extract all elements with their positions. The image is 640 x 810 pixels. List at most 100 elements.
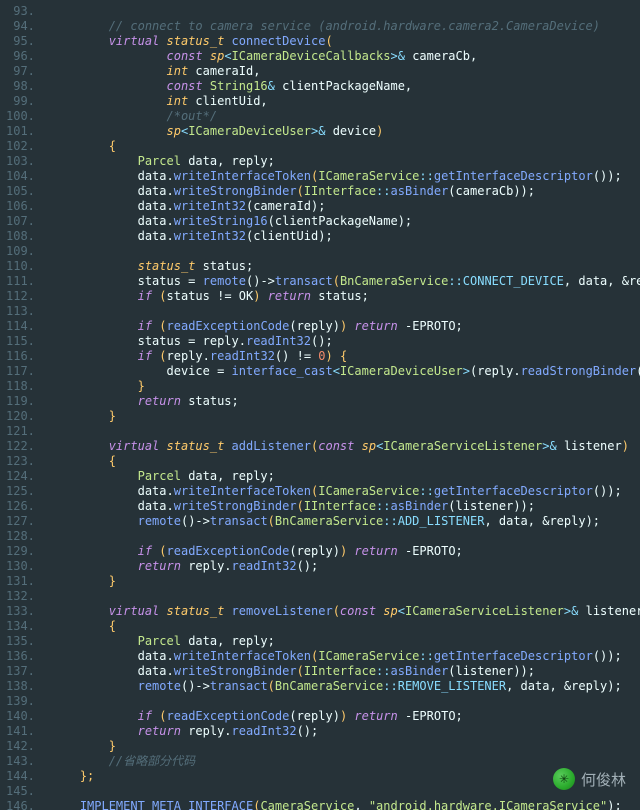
line-number: 93. [6,4,35,19]
code-line: remote()->transact(BnCameraService::ADD_… [51,514,640,529]
line-number: 123. [6,454,35,469]
line-number: 99. [6,94,35,109]
line-number: 101. [6,124,35,139]
code-line: status = reply.readInt32(); [51,334,640,349]
code-line: status_t status; [51,259,640,274]
code-line [51,784,640,799]
code-line: // connect to camera service (android.ha… [51,19,640,34]
line-number: 112. [6,289,35,304]
code-line: return reply.readInt32(); [51,724,640,739]
code-line: if (readExceptionCode(reply)) return -EP… [51,319,640,334]
line-number: 137. [6,664,35,679]
line-number: 117. [6,364,35,379]
line-number: 108. [6,229,35,244]
code-line: device = interface_cast<ICameraDeviceUse… [51,364,640,379]
author-name: 何俊林 [581,769,626,790]
code-line: } [51,379,640,394]
line-number: 134. [6,619,35,634]
code-line: IMPLEMENT_META_INTERFACE(CameraService, … [51,799,640,810]
code-line [51,4,640,19]
code-line: const String16& clientPackageName, [51,79,640,94]
line-number: 133. [6,604,35,619]
code-line: data.writeStrongBinder(IInterface::asBin… [51,664,640,679]
watermark: ✳ 何俊林 [553,768,626,790]
code-line: data.writeInterfaceToken(ICameraService:… [51,484,640,499]
code-line: { [51,454,640,469]
code-area[interactable]: // connect to camera service (android.ha… [45,0,640,810]
code-line: data.writeInt32(cameraId); [51,199,640,214]
line-number: 122. [6,439,35,454]
code-line: Parcel data, reply; [51,634,640,649]
code-line [51,589,640,604]
code-line: return status; [51,394,640,409]
line-number: 138. [6,679,35,694]
code-line: int clientUid, [51,94,640,109]
code-line: data.writeStrongBinder(IInterface::asBin… [51,499,640,514]
line-number: 106. [6,199,35,214]
line-number: 113. [6,304,35,319]
code-line: sp<ICameraDeviceUser>& device) [51,124,640,139]
code-line: }; [51,769,640,784]
code-line: return reply.readInt32(); [51,559,640,574]
line-number-gutter: 93.94.95.96.97.98.99.100.101.102.103.104… [0,0,45,810]
line-number: 102. [6,139,35,154]
line-number: 110. [6,259,35,274]
code-line: { [51,139,640,154]
code-line: const sp<ICameraDeviceCallbacks>& camera… [51,49,640,64]
code-line: data.writeInt32(clientUid); [51,229,640,244]
code-line: if (readExceptionCode(reply)) return -EP… [51,709,640,724]
code-line: //省略部分代码 [51,754,640,769]
code-line: data.writeStrongBinder(IInterface::asBin… [51,184,640,199]
line-number: 95. [6,34,35,49]
line-number: 104. [6,169,35,184]
line-number: 136. [6,649,35,664]
line-number: 130. [6,559,35,574]
wechat-icon: ✳ [553,768,575,790]
code-line [51,244,640,259]
code-line: } [51,574,640,589]
line-number: 111. [6,274,35,289]
line-number: 146. [6,799,35,810]
line-number: 127. [6,514,35,529]
code-line: data.writeString16(clientPackageName); [51,214,640,229]
code-line: data.writeInterfaceToken(ICameraService:… [51,169,640,184]
line-number: 115. [6,334,35,349]
line-number: 131. [6,574,35,589]
line-number: 94. [6,19,35,34]
line-number: 124. [6,469,35,484]
line-number: 128. [6,529,35,544]
line-number: 145. [6,784,35,799]
line-number: 143. [6,754,35,769]
code-line: status = remote()->transact(BnCameraServ… [51,274,640,289]
line-number: 109. [6,244,35,259]
code-line: } [51,739,640,754]
line-number: 105. [6,184,35,199]
line-number: 116. [6,349,35,364]
code-line: virtual status_t removeListener(const sp… [51,604,640,619]
line-number: 126. [6,499,35,514]
code-line [51,694,640,709]
code-line: if (reply.readInt32() != 0) { [51,349,640,364]
code-line: Parcel data, reply; [51,154,640,169]
code-line: virtual status_t connectDevice( [51,34,640,49]
line-number: 132. [6,589,35,604]
code-line: if (readExceptionCode(reply)) return -EP… [51,544,640,559]
code-line: { [51,619,640,634]
code-editor: 93.94.95.96.97.98.99.100.101.102.103.104… [0,0,640,810]
line-number: 144. [6,769,35,784]
line-number: 98. [6,79,35,94]
code-line: remote()->transact(BnCameraService::REMO… [51,679,640,694]
code-line: int cameraId, [51,64,640,79]
code-line: virtual status_t addListener(const sp<IC… [51,439,640,454]
code-line [51,529,640,544]
code-line: } [51,409,640,424]
line-number: 125. [6,484,35,499]
line-number: 135. [6,634,35,649]
line-number: 139. [6,694,35,709]
code-line: if (status != OK) return status; [51,289,640,304]
line-number: 129. [6,544,35,559]
code-line: data.writeInterfaceToken(ICameraService:… [51,649,640,664]
line-number: 103. [6,154,35,169]
code-line: /*out*/ [51,109,640,124]
line-number: 119. [6,394,35,409]
